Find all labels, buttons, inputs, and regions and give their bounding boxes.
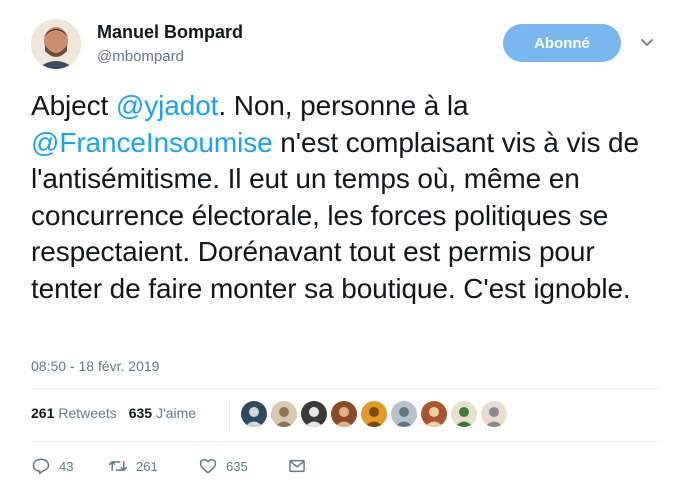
liker-avatar[interactable]	[451, 401, 477, 427]
likes-count: 635	[128, 405, 153, 421]
retweets-label: Retweets	[58, 405, 117, 421]
liker-avatar[interactable]	[481, 401, 507, 427]
likers-avatars	[241, 401, 507, 427]
stats-divider	[229, 399, 230, 431]
tweet-text: Abject @yjadot. Non, personne à la @Fran…	[31, 88, 661, 307]
text-segment: Abject	[31, 90, 116, 121]
reply-icon	[32, 458, 50, 475]
liker-avatar[interactable]	[421, 401, 447, 427]
chevron-down-icon[interactable]	[640, 37, 654, 49]
liker-avatar[interactable]	[241, 401, 267, 427]
text-segment: . Non, personne à la	[218, 90, 469, 121]
direct-message-button[interactable]	[287, 456, 307, 476]
follow-button[interactable]: Abonné	[503, 24, 621, 62]
tweet-timestamp[interactable]: 08:50 - 18 févr. 2019	[31, 358, 159, 374]
retweets-count: 261	[31, 405, 55, 421]
like-count: 635	[226, 458, 248, 474]
avatar[interactable]	[31, 19, 81, 69]
likes-label: J'aime	[156, 405, 197, 421]
heart-icon	[199, 458, 217, 474]
retweet-count: 261	[136, 458, 158, 474]
liker-avatar[interactable]	[331, 401, 357, 427]
tweet-actions: 43 261 635	[31, 456, 307, 476]
tweet-stats: 261 Retweets 635 J'aime	[31, 405, 208, 421]
divider	[31, 441, 659, 442]
reply-button[interactable]: 43	[31, 456, 108, 476]
envelope-icon	[289, 459, 305, 473]
like-button[interactable]: 635	[198, 456, 287, 476]
retweets-stat[interactable]: 261 Retweets	[31, 405, 117, 421]
likes-stat[interactable]: 635 J'aime	[129, 405, 196, 421]
mention-link[interactable]: @FranceInsoumise	[31, 127, 273, 158]
author-handle[interactable]: @mbompard	[97, 48, 184, 65]
mention-link[interactable]: @yjadot	[116, 90, 219, 121]
liker-avatar[interactable]	[271, 401, 297, 427]
retweet-button[interactable]: 261	[108, 456, 198, 476]
author-name[interactable]: Manuel Bompard	[97, 22, 243, 43]
retweet-icon	[108, 461, 128, 471]
liker-avatar[interactable]	[301, 401, 327, 427]
liker-avatar[interactable]	[391, 401, 417, 427]
liker-avatar[interactable]	[361, 401, 387, 427]
divider	[31, 388, 659, 389]
avatar-image	[31, 19, 81, 69]
reply-count: 43	[59, 458, 74, 474]
